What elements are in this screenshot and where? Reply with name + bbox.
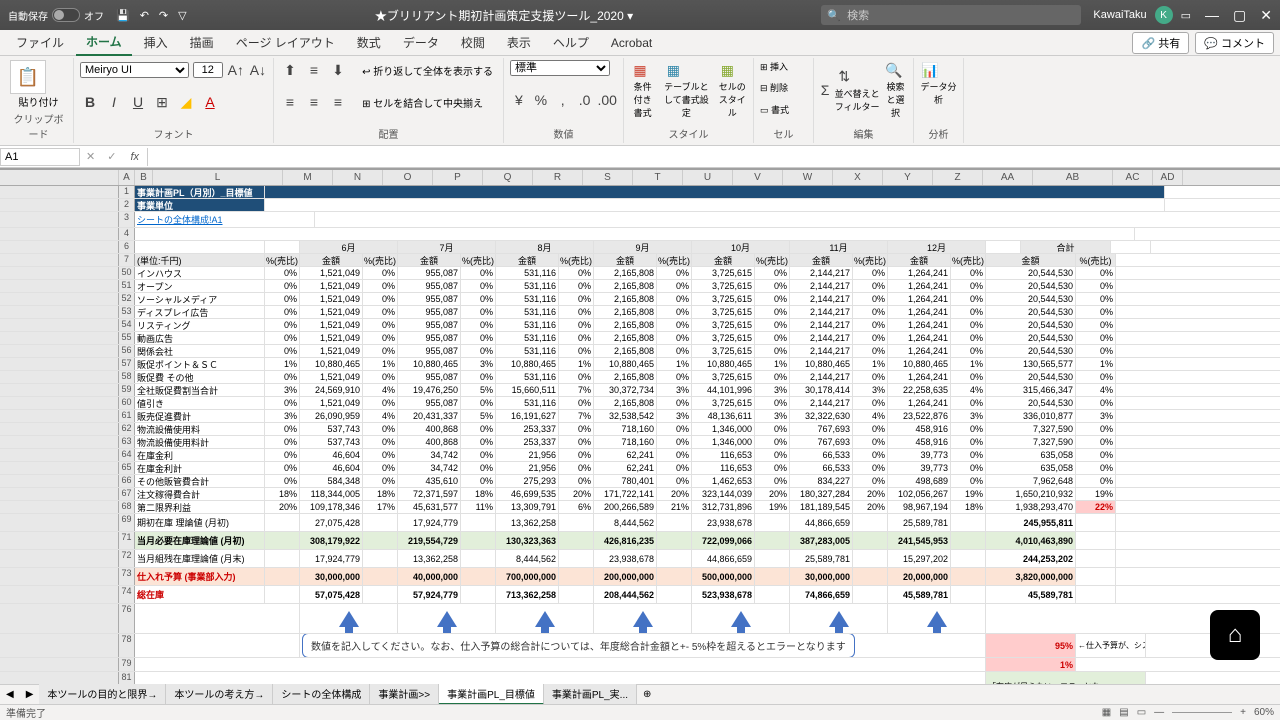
tab-acrobat[interactable]: Acrobat <box>601 32 662 54</box>
shrink-font-icon[interactable]: A↓ <box>249 60 267 80</box>
minimize-icon[interactable]: — <box>1205 7 1219 24</box>
percent-icon[interactable]: % <box>532 90 550 110</box>
sheet-tab[interactable]: 事業計画>> <box>370 684 439 705</box>
tab-pagelayout[interactable]: ページ レイアウト <box>226 30 345 55</box>
align-left-icon[interactable]: ≡ <box>280 92 300 112</box>
tab-home[interactable]: ホーム <box>76 29 132 56</box>
filter-icon[interactable]: ▽ <box>178 9 186 22</box>
sheet-tab[interactable]: 本ツールの考え方→ <box>166 684 273 705</box>
fontcolor-icon[interactable]: A <box>200 92 220 112</box>
insert-button[interactable]: ⊞ 挿入 <box>760 60 807 73</box>
delete-button[interactable]: ⊟ 削除 <box>760 81 807 94</box>
font-select[interactable]: Meiryo UI <box>80 62 189 78</box>
sheet-nav-first-icon[interactable]: ◀ <box>0 689 20 700</box>
redo-icon[interactable]: ↷ <box>159 9 168 22</box>
avatar[interactable]: K <box>1155 6 1173 24</box>
document-title: ★ブリリアント期初計画策定支援ツール_2020 ▾ <box>187 7 822 24</box>
align-top-icon[interactable]: ⬆ <box>280 60 300 80</box>
align-center-icon[interactable]: ≡ <box>304 92 324 112</box>
arrow-up-icon <box>633 611 653 627</box>
analysis-button[interactable]: 📊データ分析 <box>920 60 957 106</box>
sort-button[interactable]: ⇅並べ替えとフィルター <box>834 67 880 113</box>
sheet-tab[interactable]: シートの全体構成 <box>273 684 370 705</box>
tab-data[interactable]: データ <box>393 30 449 55</box>
cancel-fx-icon[interactable]: ✕ <box>80 150 101 163</box>
italic-icon[interactable]: I <box>104 92 124 112</box>
align-mid-icon[interactable]: ≡ <box>304 60 324 80</box>
fx-icon[interactable]: fx <box>122 151 147 163</box>
view-normal-icon[interactable]: ▦ <box>1102 707 1111 718</box>
inc-dec-icon[interactable]: .0 <box>576 90 594 110</box>
view-page-icon[interactable]: ▤ <box>1119 707 1128 718</box>
ribbon-opts-icon[interactable]: ▭ <box>1181 9 1191 22</box>
cellstyle-button[interactable]: ▦セルのスタイル <box>717 60 747 119</box>
close-icon[interactable]: ✕ <box>1260 7 1272 24</box>
search-input[interactable]: 🔍検索 <box>821 5 1081 25</box>
status-ready: 準備完了 <box>6 705 46 720</box>
arrow-up-icon <box>535 611 555 627</box>
border-icon[interactable]: ⊞ <box>152 92 172 112</box>
formula-bar[interactable] <box>147 148 1280 166</box>
arrow-up-icon <box>339 611 359 627</box>
dec-dec-icon[interactable]: .00 <box>598 90 617 110</box>
share-button[interactable]: 🔗 共有 <box>1132 32 1189 54</box>
maximize-icon[interactable]: ▢ <box>1233 7 1246 24</box>
paste-button[interactable]: 📋 <box>10 60 46 94</box>
bold-icon[interactable]: B <box>80 92 100 112</box>
comma-icon[interactable]: , <box>554 90 572 110</box>
tab-view[interactable]: 表示 <box>497 30 541 55</box>
arrow-up-icon <box>927 611 947 627</box>
align-bot-icon[interactable]: ⬇ <box>328 60 348 80</box>
align-right-icon[interactable]: ≡ <box>328 92 348 112</box>
numfmt-select[interactable]: 標準 <box>510 60 610 76</box>
tab-insert[interactable]: 挿入 <box>134 30 178 55</box>
arrow-up-icon <box>437 611 457 627</box>
tab-formulas[interactable]: 数式 <box>347 30 391 55</box>
grow-font-icon[interactable]: A↑ <box>227 60 245 80</box>
sheet-tab[interactable]: 事業計画PL_目標値 <box>439 684 544 705</box>
underline-icon[interactable]: U <box>128 92 148 112</box>
user-name: KawaiTaku <box>1093 9 1146 21</box>
arrow-up-icon <box>829 611 849 627</box>
tab-draw[interactable]: 描画 <box>180 30 224 55</box>
sheet-tab[interactable]: 事業計画PL_実... <box>544 684 637 705</box>
zoom-level[interactable]: 60% <box>1254 707 1274 718</box>
tab-review[interactable]: 校閲 <box>451 30 495 55</box>
wrap-button[interactable]: ↩ 折り返して全体を表示する <box>362 63 493 78</box>
find-button[interactable]: 🔍検索と選択 <box>884 60 907 119</box>
save-icon[interactable]: 💾 <box>116 9 130 22</box>
input-instruction: 数値を記入してください。なお、仕入予算の総合計については、年度総合計金額と+- … <box>302 634 855 657</box>
tablefmt-button[interactable]: ▦テーブルとして書式設定 <box>663 60 709 119</box>
sheet-nav-last-icon[interactable]: ▶ <box>20 689 40 700</box>
undo-icon[interactable]: ↶ <box>140 9 149 22</box>
enter-fx-icon[interactable]: ✓ <box>101 150 122 163</box>
search-icon: 🔍 <box>827 9 841 22</box>
accessibility-badge[interactable]: ⌂ <box>1210 610 1260 660</box>
autosave-toggle[interactable]: 自動保存オフ <box>8 8 104 23</box>
currency-icon[interactable]: ¥ <box>510 90 528 110</box>
zoom-in-icon[interactable]: + <box>1240 707 1246 718</box>
fill-icon[interactable]: ◢ <box>176 92 196 112</box>
name-box[interactable] <box>0 148 80 166</box>
fontsize-input[interactable] <box>193 62 223 78</box>
comment-button[interactable]: 💬 コメント <box>1195 32 1274 54</box>
arrow-up-icon <box>731 611 751 627</box>
view-break-icon[interactable]: ▭ <box>1137 707 1146 718</box>
sheet-tab[interactable]: 本ツールの目的と限界→ <box>39 684 166 705</box>
autosum-icon[interactable]: Σ <box>820 80 830 100</box>
condfmt-button[interactable]: ▦条件付き書式 <box>630 60 655 119</box>
merge-button[interactable]: ⊞ セルを結合して中央揃え <box>362 95 483 110</box>
zoom-out-icon[interactable]: — <box>1154 707 1164 718</box>
add-sheet-icon[interactable]: ⊕ <box>637 689 657 700</box>
tab-file[interactable]: ファイル <box>6 30 74 55</box>
format-button[interactable]: ▭ 書式 <box>760 103 807 116</box>
tab-help[interactable]: ヘルプ <box>543 30 599 55</box>
